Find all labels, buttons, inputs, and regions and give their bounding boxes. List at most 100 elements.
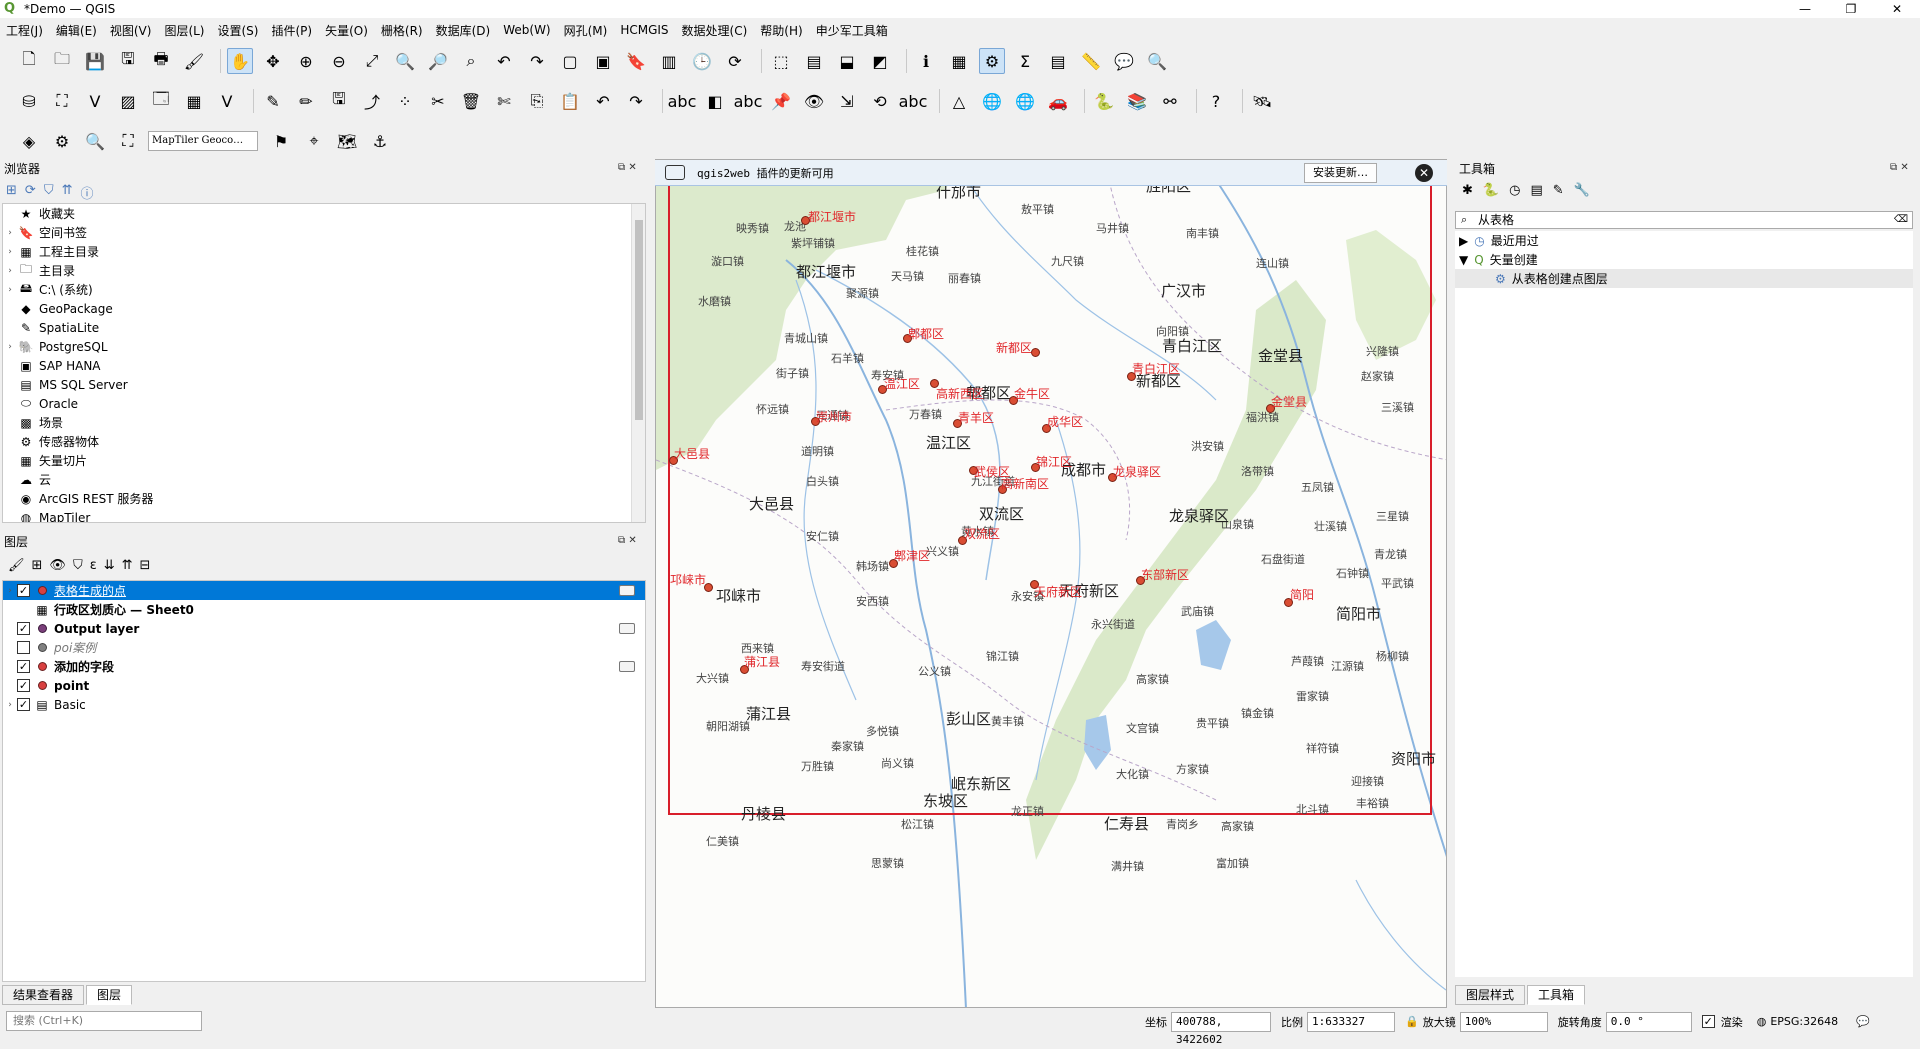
zoom-next-icon[interactable]: ↷: [524, 48, 550, 74]
add-group-icon[interactable]: ⊞: [32, 558, 43, 573]
style-layer-icon[interactable]: 🖌: [8, 558, 25, 573]
filter-expression-icon[interactable]: ε: [90, 558, 97, 573]
expand-arrow-icon[interactable]: ›: [3, 266, 17, 276]
statistics-icon[interactable]: Σ: [1012, 48, 1038, 74]
layer-row[interactable]: › ✓ 表格生成的点: [3, 581, 645, 600]
geocoder-search-icon[interactable]: 🔍: [82, 128, 108, 154]
field-calculator-icon[interactable]: ▤: [1045, 48, 1071, 74]
layer-row[interactable]: poi案例: [3, 638, 645, 657]
new-3d-view-icon[interactable]: ▣: [590, 48, 616, 74]
save-project-icon[interactable]: 💾: [82, 48, 108, 74]
geocoder-input[interactable]: MapTiler Geoco…: [148, 131, 258, 151]
browser-item[interactable]: › 🔖 空间书签: [3, 223, 645, 242]
zoom-last-icon[interactable]: ↶: [491, 48, 517, 74]
undo-icon[interactable]: ↶: [590, 88, 616, 114]
browser-item[interactable]: ▦ 矢量切片: [3, 451, 645, 470]
settings-gear-icon[interactable]: ⚙: [49, 128, 75, 154]
panel-tab[interactable]: 结果查看器: [2, 985, 85, 1005]
browser-item[interactable]: ☁ 云: [3, 470, 645, 489]
browser-item[interactable]: › 🖴 C:\ (系统): [3, 280, 645, 299]
new-shapefile-icon[interactable]: V: [82, 88, 108, 114]
toolbox-panel-buttons-icon[interactable]: ⧉ ✕: [1890, 162, 1909, 173]
pan-hand-icon[interactable]: ✋: [227, 48, 253, 74]
search-tool-icon[interactable]: 🔍: [1144, 48, 1170, 74]
web-plugin-2-icon[interactable]: 🌐: [1012, 88, 1038, 114]
save-as-icon[interactable]: 🖫: [115, 48, 141, 74]
history-icon[interactable]: ◷: [1509, 183, 1520, 198]
browser-item[interactable]: ▤ MS SQL Server: [3, 375, 645, 394]
lock-icon[interactable]: 🔒: [1405, 1015, 1419, 1028]
copy-features-icon[interactable]: ⎘: [524, 88, 550, 114]
layer-row[interactable]: › ✓ ▤ Basic: [3, 695, 645, 714]
browser-scrollbar[interactable]: [631, 204, 645, 522]
paste-features-icon[interactable]: 📋: [557, 88, 583, 114]
modify-attributes-icon[interactable]: ✂: [425, 88, 451, 114]
layer-indicator-icon[interactable]: [619, 585, 635, 596]
layer-row[interactable]: ✓ point: [3, 676, 645, 695]
coordinate-field[interactable]: 400788, 3422602: [1171, 1011, 1271, 1046]
fullscreen-icon[interactable]: ⛶: [115, 128, 141, 154]
expand-arrow-icon[interactable]: ›: [3, 586, 17, 596]
add-selected-icon[interactable]: ⊞: [6, 183, 17, 202]
zoom-full-icon[interactable]: ⤢: [359, 48, 385, 74]
layer-visibility-checkbox[interactable]: ✓: [17, 622, 30, 635]
browser-item[interactable]: ★ 收藏夹: [3, 204, 645, 223]
toolbox-item[interactable]: ▼ Q 矢量创建: [1455, 250, 1913, 269]
menu-item[interactable]: HCMGIS: [620, 23, 668, 37]
menu-item[interactable]: 视图(V): [110, 22, 152, 39]
menu-item[interactable]: 设置(S): [218, 22, 259, 39]
delete-selected-icon[interactable]: 🗑: [458, 88, 484, 114]
expand-arrow-icon[interactable]: ›: [3, 228, 17, 238]
toolbox-search-input[interactable]: ⌕ 从表格 ⌫: [1455, 211, 1913, 229]
zoom-in-icon[interactable]: ⊕: [293, 48, 319, 74]
scale-field[interactable]: 1:633327: [1307, 1011, 1395, 1032]
panel-tab[interactable]: 图层样式: [1455, 985, 1526, 1005]
open-project-icon[interactable]: 🗀: [49, 48, 75, 74]
zoom-layer-icon[interactable]: 🔎: [425, 48, 451, 74]
map-book-icon[interactable]: 🗺: [334, 128, 360, 154]
processing-toolbox-icon[interactable]: ⚙: [979, 48, 1005, 74]
browser-item[interactable]: ◍ MapTiler: [3, 508, 645, 523]
browser-panel-buttons-icon[interactable]: ⧉ ✕: [618, 162, 637, 173]
expand-arrow-icon[interactable]: ›: [3, 700, 17, 710]
browser-item[interactable]: ✎ SpatiaLite: [3, 318, 645, 337]
expand-arrow-icon[interactable]: ▼: [1459, 253, 1468, 267]
edit-features-icon[interactable]: ✎: [1553, 183, 1564, 198]
map-canvas[interactable]: 映秀镇 龙池 紫坪铺镇 漩口镇 桂花镇 敖平镇 马井镇 南丰镇 九尺镇 天马镇 丽春镇 连山镇 水磨镇聚…: [655, 159, 1447, 1008]
options-wrench-icon[interactable]: 🔧: [1574, 183, 1590, 198]
select-by-value-icon[interactable]: ▤: [801, 48, 827, 74]
browser-item[interactable]: ◉ ArcGIS REST 服务器: [3, 489, 645, 508]
save-edits-icon[interactable]: 🖫: [326, 88, 352, 114]
identify-icon[interactable]: ℹ: [913, 48, 939, 74]
toolbox-item[interactable]: ▶ ◷ 最近用过: [1455, 231, 1913, 250]
map-point-marker[interactable]: [1031, 348, 1040, 357]
layers-panel-buttons-icon[interactable]: ⧉ ✕: [618, 535, 637, 546]
crs-label[interactable]: EPSG:32648: [1770, 1015, 1838, 1028]
plugin-network-icon[interactable]: ⚯: [1157, 88, 1183, 114]
help-icon[interactable]: ?: [1203, 88, 1229, 114]
menu-item[interactable]: 栅格(R): [381, 22, 423, 39]
label-highlight-icon[interactable]: abc: [734, 88, 763, 114]
browser-item[interactable]: ⚙ 传感器物体: [3, 432, 645, 451]
models-icon[interactable]: ✱: [1462, 183, 1473, 198]
data-source-manager-icon[interactable]: ⛁: [16, 88, 42, 114]
results-icon[interactable]: ▤: [1530, 183, 1542, 198]
select-features-icon[interactable]: ⬚: [768, 48, 794, 74]
layer-tree[interactable]: › ✓ 表格生成的点 ▦ 行政区划质心 — Sheet0 ✓ Output layer poi…: [2, 580, 646, 982]
menu-item[interactable]: 工程(J): [6, 22, 43, 39]
digitize-edit-icon[interactable]: ✎: [260, 88, 286, 114]
minimize-button[interactable]: —: [1782, 0, 1828, 18]
plugin-tool-icon[interactable]: 🛰: [1249, 88, 1275, 114]
layer-row[interactable]: ▦ 行政区划质心 — Sheet0: [3, 600, 645, 619]
layer-visibility-checkbox[interactable]: ✓: [17, 584, 30, 597]
browser-item[interactable]: ▣ SAP HANA: [3, 356, 645, 375]
manage-themes-icon[interactable]: 👁: [49, 558, 66, 573]
print-layout-icon[interactable]: 🖶: [148, 48, 174, 74]
render-checkbox[interactable]: ✓: [1701, 1015, 1715, 1028]
redo-icon[interactable]: ↷: [623, 88, 649, 114]
temporal-controller-icon[interactable]: 🕒: [689, 48, 715, 74]
web-plugin-1-icon[interactable]: 🌐: [979, 88, 1005, 114]
close-window-button[interactable]: ✕: [1874, 0, 1920, 18]
cut-features-icon[interactable]: ✄: [491, 88, 517, 114]
menu-item[interactable]: 矢量(O): [325, 22, 368, 39]
